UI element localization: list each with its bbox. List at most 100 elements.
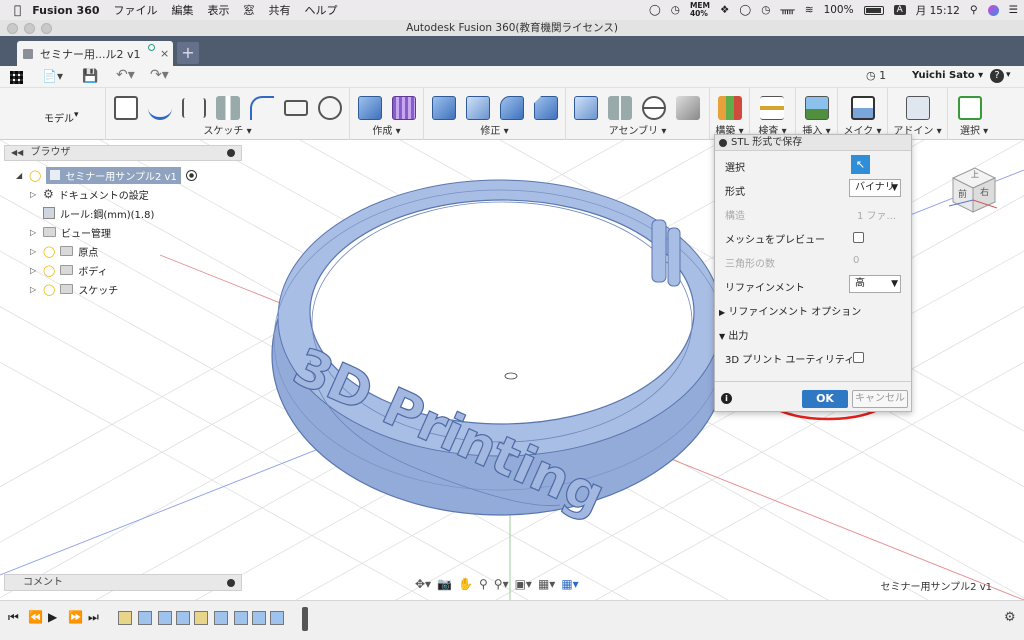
timeline-sketch-icon[interactable] [118,611,132,625]
data-panel-grid-icon[interactable] [10,71,23,84]
expand-arrow-icon[interactable]: ▷ [30,266,38,275]
spotlight-icon[interactable]: ⚲ [970,4,978,16]
ribbon-group-addins[interactable]: アドイン ▾ [888,88,948,140]
motion-link-icon[interactable] [676,96,700,120]
tree-item-sketches[interactable]: ▷ ◯ スケッチ [30,281,118,297]
timeline-extrude-icon[interactable] [234,611,248,625]
redo-icon[interactable]: ↷▾ [150,67,169,83]
preview-mesh-checkbox[interactable] [853,232,864,243]
bluetooth-icon[interactable]: ᚅ [780,4,794,16]
notification-center-icon[interactable]: ☰ [1009,4,1018,16]
timeline-extrude-icon[interactable] [176,611,190,625]
menu-view[interactable]: 表示 [208,2,230,18]
selection-button[interactable]: ↖ [851,155,870,174]
expand-arrow-icon[interactable]: ▷ [30,190,38,199]
3d-print-icon[interactable] [851,96,875,120]
document-tab[interactable]: セミナー用...ル2 v1 × [17,41,173,66]
select-icon[interactable] [958,96,982,120]
help-dropdown-icon[interactable]: ▾ [1006,70,1011,80]
ribbon-group-sketch[interactable]: スケッチ ▾ [106,88,350,140]
input-mode-indicator[interactable]: A [893,5,906,15]
time-machine-icon[interactable]: ◷ [761,4,770,16]
joint-icon[interactable] [608,96,632,120]
timeline-fillet-icon[interactable] [252,611,266,625]
menu-edit[interactable]: 編集 [172,2,194,18]
comment-pin-icon[interactable] [227,579,235,587]
refinement-select[interactable]: 高 ▼ [849,275,901,293]
fit-icon[interactable]: ⚲▾ [494,577,509,591]
pan-icon[interactable]: ✋ [458,577,473,591]
go-to-end-icon[interactable]: ⏭ [88,610,99,625]
workspace-switcher[interactable]: モデル ▾ [0,88,106,140]
visibility-bulb-icon[interactable]: ◯ [43,283,55,296]
activate-radio-icon[interactable] [185,169,197,181]
measure-icon[interactable] [760,96,784,120]
user-menu[interactable]: Yuichi Sato ▾ [912,70,983,81]
browser-panel-header[interactable]: ◀◀ ブラウザ [4,145,242,161]
tree-item-doc-settings[interactable]: ▷ ⚙ ドキュメントの設定 [30,186,149,202]
visibility-bulb-icon[interactable]: ◯ [43,264,55,277]
menu-file[interactable]: ファイル [114,2,158,18]
grid-settings-icon[interactable]: ▦▾ [538,577,555,591]
expand-arrow-icon[interactable]: ▷ [30,247,38,256]
close-window-button[interactable] [7,23,18,34]
visibility-bulb-icon[interactable]: ◯ [43,245,55,258]
expand-arrow-icon[interactable]: ◢ [16,171,24,180]
app-menu[interactable]: Fusion 360 [32,4,99,17]
viewports-icon[interactable]: ▦▾ [561,577,578,591]
job-status-icon[interactable]: ◷ 1 [866,69,886,82]
fillet-icon[interactable] [500,96,524,120]
output-section-toggle[interactable]: ▼ 出力 [719,327,748,342]
ribbon-group-modify[interactable]: 修正 ▾ [424,88,566,140]
apple-icon[interactable]:  [14,3,21,17]
menu-help[interactable]: ヘルプ [305,2,338,18]
save-icon[interactable]: 💾 [82,69,98,84]
viewcube[interactable]: 上 前 右 [945,160,1000,215]
timer-icon[interactable]: ◷ [671,4,680,16]
close-tab-icon[interactable]: × [160,47,169,60]
menu-window[interactable]: 窓 [244,2,255,18]
viewcube-front-label[interactable]: 前 [958,187,967,200]
timeline-extrude-icon[interactable] [138,611,152,625]
dictionary-icon[interactable]: ◯ [739,4,751,16]
look-at-icon[interactable]: 📷 [437,577,452,591]
info-icon[interactable]: i [721,393,732,404]
tree-item-named-views[interactable]: ▷ ビュー管理 [30,224,111,240]
help-icon[interactable]: ? [990,69,1004,83]
ribbon-group-insert[interactable]: 挿入 ▾ [796,88,838,140]
ok-button[interactable]: OK [802,390,848,408]
dimension-icon[interactable] [182,98,206,118]
timeline-sketch-icon[interactable] [194,611,208,625]
clock[interactable]: 月 15:12 [916,3,960,18]
print-utility-checkbox[interactable] [853,352,864,363]
scripts-icon[interactable] [906,96,930,120]
offset-plane-icon[interactable] [718,96,742,120]
ribbon-group-select[interactable]: 選択 ▾ [948,88,1024,140]
mirror-icon[interactable] [216,96,240,120]
file-menu-icon[interactable]: 📄▾ [42,69,63,83]
refinement-options-toggle[interactable]: ▶ リファインメント オプション [719,303,861,318]
display-settings-icon[interactable]: ▣▾ [515,577,532,591]
step-back-icon[interactable]: ⏪ [28,610,43,624]
dialog-header[interactable]: STL 形式で保存 [715,135,911,151]
viewcube-right-label[interactable]: 右 [980,185,989,198]
viewcube-top-label[interactable]: 上 [971,169,979,180]
ribbon-group-inspect[interactable]: 検査 ▾ [750,88,796,140]
minimize-window-button[interactable] [24,23,35,34]
menu-share[interactable]: 共有 [269,2,291,18]
comment-panel[interactable]: コメント [4,574,242,591]
create-sketch-icon[interactable] [114,96,138,120]
timeline-extrude-icon[interactable] [214,611,228,625]
format-select[interactable]: バイナリ ▼ [849,179,901,197]
root-component-row[interactable]: セミナー用サンプル2 v1 [46,166,181,184]
expand-arrow-icon[interactable]: ▷ [30,285,38,294]
siri-icon[interactable] [987,4,999,16]
battery-icon[interactable] [863,5,884,15]
timeline-marker[interactable] [302,607,308,631]
insert-image-icon[interactable] [805,96,829,120]
timeline-extrude-icon[interactable] [158,611,172,625]
tree-item-rule[interactable]: ルール:鋼(mm)(1.8) [30,205,154,221]
shell-icon[interactable] [466,96,490,120]
undo-icon[interactable]: ↶▾ [116,67,135,83]
tree-root[interactable]: ◢ ◯ セミナー用サンプル2 v1 [16,166,197,184]
